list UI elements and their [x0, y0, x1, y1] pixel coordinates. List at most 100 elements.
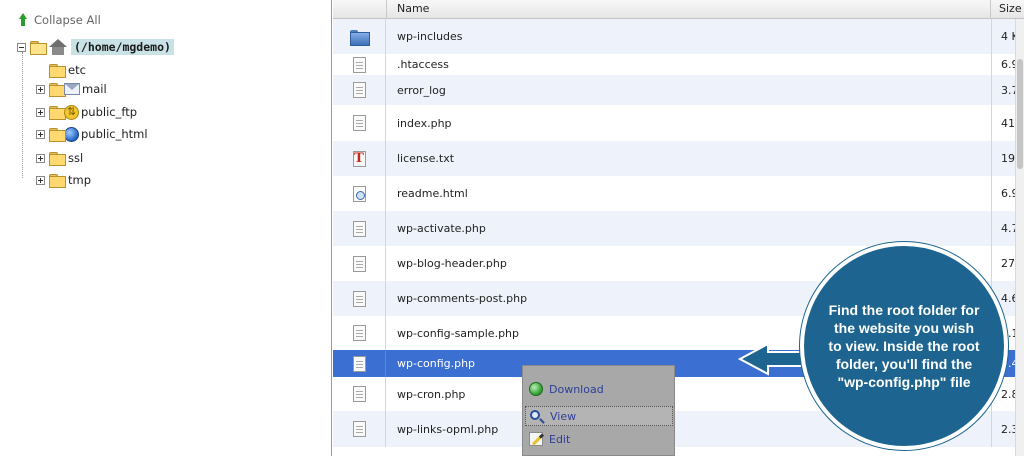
file-name: wp-config.php [397, 357, 476, 370]
file-row-license-txt[interactable]: T license.txt 19.4 [333, 141, 1024, 176]
file-row-index-php[interactable]: index.php 418 B [333, 105, 1024, 141]
file-icon-cell [333, 316, 386, 350]
name-column-header[interactable]: Name [387, 0, 991, 19]
tree-item-label: ssl [68, 151, 84, 165]
expand-toggle-icon[interactable] [36, 175, 45, 185]
file-name: wp-comments-post.php [397, 292, 528, 305]
tree-item-public-ftp[interactable]: public_ftp [36, 103, 137, 121]
home-icon [49, 39, 67, 55]
file-name: wp-links-opml.php [397, 422, 499, 436]
file-name: .htaccess [397, 58, 449, 71]
document-icon [352, 325, 366, 341]
file-row-htaccess[interactable]: .htaccess 6.9 K [333, 54, 1024, 75]
ftp-icon [64, 104, 79, 120]
download-icon [529, 382, 543, 396]
html-file-icon [352, 185, 366, 202]
expand-toggle-icon[interactable] [36, 84, 45, 94]
menu-item-label: Download [549, 382, 604, 396]
file-icon-cell [333, 75, 386, 105]
file-icon-cell [333, 281, 386, 316]
collapse-all-button[interactable]: Collapse All [16, 12, 101, 28]
callout-text: Find the root folder for the website you… [828, 302, 980, 390]
file-icon-cell [333, 211, 386, 246]
context-menu-edit[interactable]: Edit [525, 429, 673, 449]
collapse-all-label: Collapse All [34, 13, 101, 27]
tree-item-public-html[interactable]: public_html [36, 125, 148, 143]
context-menu: Download View Edit [522, 365, 675, 456]
document-icon [352, 82, 366, 98]
collapse-toggle-icon[interactable] [17, 42, 26, 52]
menu-item-label: View [550, 409, 577, 423]
context-menu-view[interactable]: View [525, 406, 673, 426]
callout-arrow-icon [738, 342, 807, 376]
folder-icon [49, 64, 66, 78]
tree-item-ssl[interactable]: ssl [36, 149, 83, 167]
file-name: readme.html [397, 187, 468, 200]
file-icon-cell [333, 176, 386, 211]
file-name: wp-cron.php [397, 387, 466, 401]
document-icon [352, 255, 366, 272]
folder-icon [49, 83, 66, 97]
menu-item-label: Edit [549, 432, 571, 446]
file-icon-cell [333, 105, 386, 141]
collapse-up-arrow-icon [16, 13, 30, 27]
file-name: wp-blog-header.php [397, 257, 507, 270]
document-icon [352, 220, 366, 237]
file-row-wp-includes[interactable]: wp-includes 4 KB [333, 19, 1024, 54]
document-icon [352, 56, 366, 73]
magnifier-view-icon [530, 410, 540, 420]
vertical-scrollbar[interactable] [1015, 19, 1024, 456]
context-menu-download[interactable]: Download [525, 379, 673, 399]
document-icon [352, 386, 366, 402]
tree-item-tmp[interactable]: tmp [36, 171, 91, 189]
file-icon-cell [333, 19, 386, 54]
tree-item-label: etc [68, 63, 86, 77]
callout-bubble: Find the root folder for the website you… [800, 242, 1008, 450]
file-name: wp-includes [397, 30, 463, 43]
folder-icon [49, 174, 66, 188]
file-row-readme-html[interactable]: readme.html 6.96 [333, 176, 1024, 211]
file-icon-cell [333, 54, 386, 75]
folder-icon [49, 128, 66, 142]
mail-icon [64, 83, 80, 95]
instruction-callout: Find the root folder for the website you… [800, 242, 1008, 456]
expand-toggle-icon[interactable] [36, 129, 45, 139]
edit-pencil-icon [529, 432, 543, 446]
document-icon [352, 355, 366, 372]
open-folder-icon [30, 41, 47, 55]
document-icon [352, 115, 366, 131]
file-name: error_log [397, 83, 446, 97]
document-icon [352, 290, 366, 307]
tree-item-label: public_ftp [81, 105, 138, 119]
file-icon-cell [333, 350, 386, 377]
size-column-header[interactable]: Size [991, 0, 1024, 19]
icon-column-header[interactable] [333, 0, 387, 19]
directory-tree-panel: Collapse All (/home/mgdemo) etc mail pub… [0, 0, 332, 456]
file-list-header: Name Size [333, 0, 1024, 19]
tree-root-label: (/home/mgdemo) [71, 39, 174, 55]
file-icon-cell [333, 411, 386, 447]
globe-icon [64, 126, 79, 142]
tree-root-node[interactable]: (/home/mgdemo) [17, 38, 174, 56]
folder-icon [350, 29, 370, 46]
tree-item-mail[interactable]: mail [36, 80, 107, 98]
file-row-wp-activate[interactable]: wp-activate.php 4.78 [333, 211, 1024, 246]
folder-icon [49, 106, 66, 120]
expand-toggle-icon[interactable] [36, 153, 45, 163]
text-file-icon: T [352, 150, 366, 167]
document-icon [352, 421, 366, 437]
folder-icon [49, 152, 66, 166]
tree-item-label: tmp [68, 173, 92, 187]
file-name: wp-activate.php [397, 222, 486, 235]
expand-toggle-icon[interactable] [36, 107, 45, 117]
file-icon-cell [333, 377, 386, 411]
file-row-error-log[interactable]: error_log 3.74 [333, 75, 1024, 105]
file-name: index.php [397, 116, 452, 130]
file-icon-cell [333, 246, 386, 281]
scrollbar-thumb[interactable] [1017, 59, 1023, 169]
tree-item-label: mail [82, 82, 107, 96]
file-name: wp-config-sample.php [397, 326, 520, 340]
tree-item-etc[interactable]: etc [36, 61, 86, 79]
tree-item-label: public_html [81, 127, 148, 141]
